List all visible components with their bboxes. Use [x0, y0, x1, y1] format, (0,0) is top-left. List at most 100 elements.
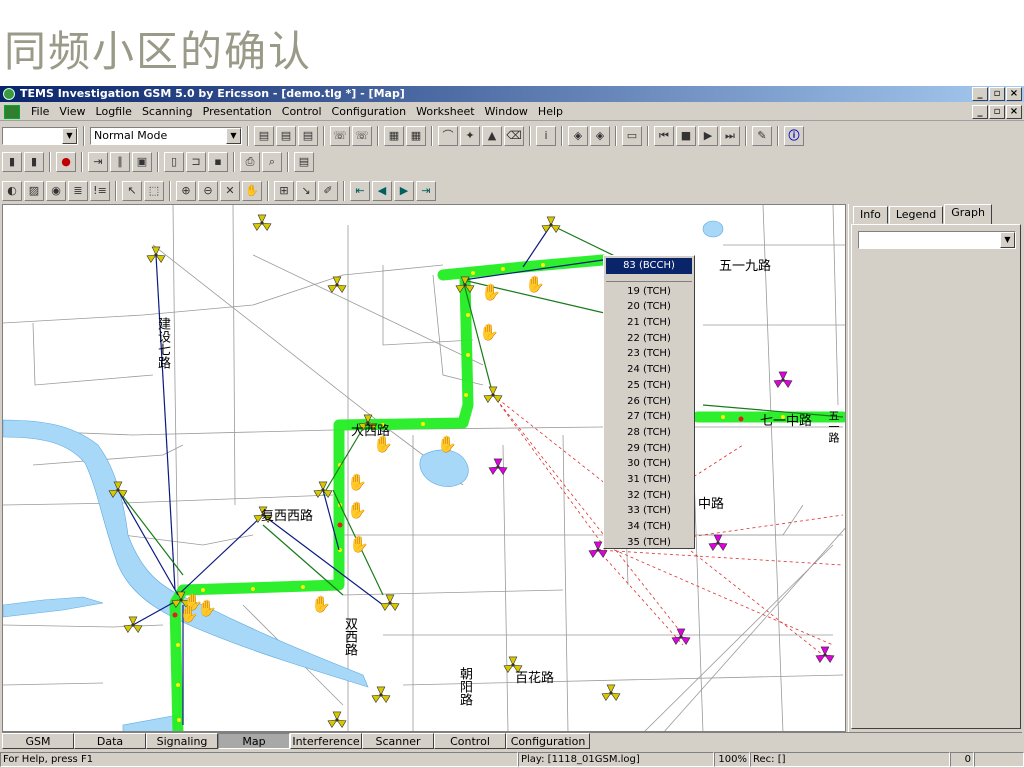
first-icon[interactable]: ⇤ [350, 181, 370, 201]
channel-item[interactable]: 24 (TCH) [606, 362, 692, 378]
channel-item[interactable]: 27 (TCH) [606, 409, 692, 425]
tab-info[interactable]: Info [853, 206, 888, 224]
phone-icon[interactable]: ☏ [330, 126, 350, 146]
tab-configuration[interactable]: Configuration [506, 733, 590, 749]
cell-site-icon[interactable] [371, 686, 391, 703]
channel-item[interactable]: 23 (TCH) [606, 346, 692, 362]
pause-icon[interactable]: ∥ [110, 152, 130, 172]
pen-icon[interactable]: ✎ [752, 126, 772, 146]
line-icon[interactable]: ↘ [296, 181, 316, 201]
minimize-button[interactable]: _ [972, 87, 988, 101]
theme-icon[interactable]: ≣ [68, 181, 88, 201]
command-icon[interactable]: ▤ [254, 126, 274, 146]
open-folder-icon[interactable]: ⊐ [186, 152, 206, 172]
cell-site-icon[interactable] [488, 458, 508, 475]
print-preview-icon[interactable]: ⌕ [262, 152, 282, 172]
channel-item[interactable]: 26 (TCH) [606, 394, 692, 410]
tab-gsm[interactable]: GSM [2, 733, 74, 749]
tab-data[interactable]: Data [74, 733, 146, 749]
cell-site-icon[interactable] [123, 616, 143, 633]
phone-icon[interactable]: ☏ [352, 126, 372, 146]
save-icon[interactable]: ▪ [208, 152, 228, 172]
edit-icon[interactable]: ✐ [318, 181, 338, 201]
zoom-extent-icon[interactable]: ✕ [220, 181, 240, 201]
cell-site-icon[interactable] [541, 216, 561, 233]
play-icon[interactable]: ▶ [698, 126, 718, 146]
channel-item[interactable]: 19 (TCH) [606, 284, 692, 300]
properties-icon[interactable]: ▤ [294, 152, 314, 172]
menu-worksheet[interactable]: Worksheet [411, 103, 479, 121]
menu-file[interactable]: File [26, 103, 54, 121]
cell-site-icon[interactable] [601, 684, 621, 701]
device-icon[interactable]: ▮ [24, 152, 44, 172]
globe-icon[interactable]: ◉ [46, 181, 66, 201]
open-log-icon[interactable]: ▭ [622, 126, 642, 146]
cell-site-icon[interactable] [380, 594, 400, 611]
tab-scanner[interactable]: Scanner [362, 733, 434, 749]
graph-combo[interactable]: ▼ [858, 231, 1016, 249]
channel-item-bcch[interactable]: 83 (BCCH) [606, 258, 692, 274]
menu-help[interactable]: Help [533, 103, 568, 121]
scan-icon[interactable]: ◈ [568, 126, 588, 146]
print-icon[interactable]: ⎙ [240, 152, 260, 172]
tab-control[interactable]: Control [434, 733, 506, 749]
new-file-icon[interactable]: ▯ [164, 152, 184, 172]
previous-icon[interactable]: ◀ [372, 181, 392, 201]
legend-icon[interactable]: !≡ [90, 181, 110, 201]
restore-button[interactable]: ▫ [989, 87, 1005, 101]
channel-item[interactable]: 20 (TCH) [606, 299, 692, 315]
hangup-icon[interactable]: ⌒ [438, 126, 458, 146]
channel-item[interactable]: 28 (TCH) [606, 425, 692, 441]
mdi-close-button[interactable]: × [1006, 105, 1022, 119]
menu-scanning[interactable]: Scanning [137, 103, 198, 121]
tab-interference[interactable]: Interference [290, 733, 362, 749]
tab-graph[interactable]: Graph [944, 204, 992, 225]
insert-icon[interactable]: ⇥ [88, 152, 108, 172]
cell-site-icon[interactable] [773, 371, 793, 388]
chevron-down-icon[interactable]: ▼ [226, 128, 241, 144]
channel-item[interactable]: 21 (TCH) [606, 315, 692, 331]
command-icon[interactable]: ▤ [298, 126, 318, 146]
zoom-out-icon[interactable]: ⊖ [198, 181, 218, 201]
eraser-icon[interactable]: ⌫ [504, 126, 524, 146]
cell-site-icon[interactable] [483, 386, 503, 403]
info-icon[interactable]: i [536, 126, 556, 146]
document-icon[interactable] [4, 104, 20, 119]
equipment-combo[interactable]: ▼ [2, 127, 78, 145]
mdi-restore-button[interactable]: ▫ [989, 105, 1005, 119]
fast-forward-icon[interactable]: ⏭ [720, 126, 740, 146]
next-icon[interactable]: ▶ [394, 181, 414, 201]
cell-site-icon[interactable] [327, 711, 347, 728]
menu-view[interactable]: View [54, 103, 90, 121]
about-icon[interactable]: ⓘ [784, 126, 804, 146]
command-icon[interactable]: ▤ [276, 126, 296, 146]
chevron-down-icon[interactable]: ▼ [1000, 232, 1015, 248]
channel-item[interactable]: 33 (TCH) [606, 503, 692, 519]
map-view[interactable]: ✋ ✋ ✋ ✋ ✋ ✋ ✋ ✋ ✋ ✋ ✋ ✋ 五一九路 七一中路 中路 大西路 建设七路 复西西路 … [2, 204, 846, 732]
record-icon[interactable]: ▦ [406, 126, 426, 146]
stop-icon[interactable]: ■ [676, 126, 696, 146]
select-arrow-icon[interactable]: ↖ [122, 181, 142, 201]
record-button-icon[interactable]: ● [56, 152, 76, 172]
channel-item[interactable]: 32 (TCH) [606, 488, 692, 504]
menu-presentation[interactable]: Presentation [198, 103, 277, 121]
close-button[interactable]: × [1006, 87, 1022, 101]
channel-item[interactable]: 31 (TCH) [606, 472, 692, 488]
map-canvas[interactable]: ✋ ✋✋✋ ✋✋✋✋✋✋✋✋ [3, 205, 846, 732]
layers-icon[interactable]: ◐ [2, 181, 22, 201]
tab-legend[interactable]: Legend [888, 206, 944, 224]
select-area-icon[interactable]: ⬚ [144, 181, 164, 201]
menu-configuration[interactable]: Configuration [327, 103, 412, 121]
channel-item[interactable]: 25 (TCH) [606, 378, 692, 394]
channel-item[interactable]: 35 (TCH) [606, 535, 692, 551]
lock-icon[interactable]: ▲ [482, 126, 502, 146]
rewind-icon[interactable]: ⏮ [654, 126, 674, 146]
cell-site-icon[interactable] [708, 534, 728, 551]
zoom-in-icon[interactable]: ⊕ [176, 181, 196, 201]
tab-signaling[interactable]: Signaling [146, 733, 218, 749]
channel-item[interactable]: 34 (TCH) [606, 519, 692, 535]
map-icon[interactable]: ▨ [24, 181, 44, 201]
menu-window[interactable]: Window [480, 103, 533, 121]
ruler-icon[interactable]: ⊞ [274, 181, 294, 201]
pan-hand-icon[interactable]: ✋ [242, 181, 262, 201]
